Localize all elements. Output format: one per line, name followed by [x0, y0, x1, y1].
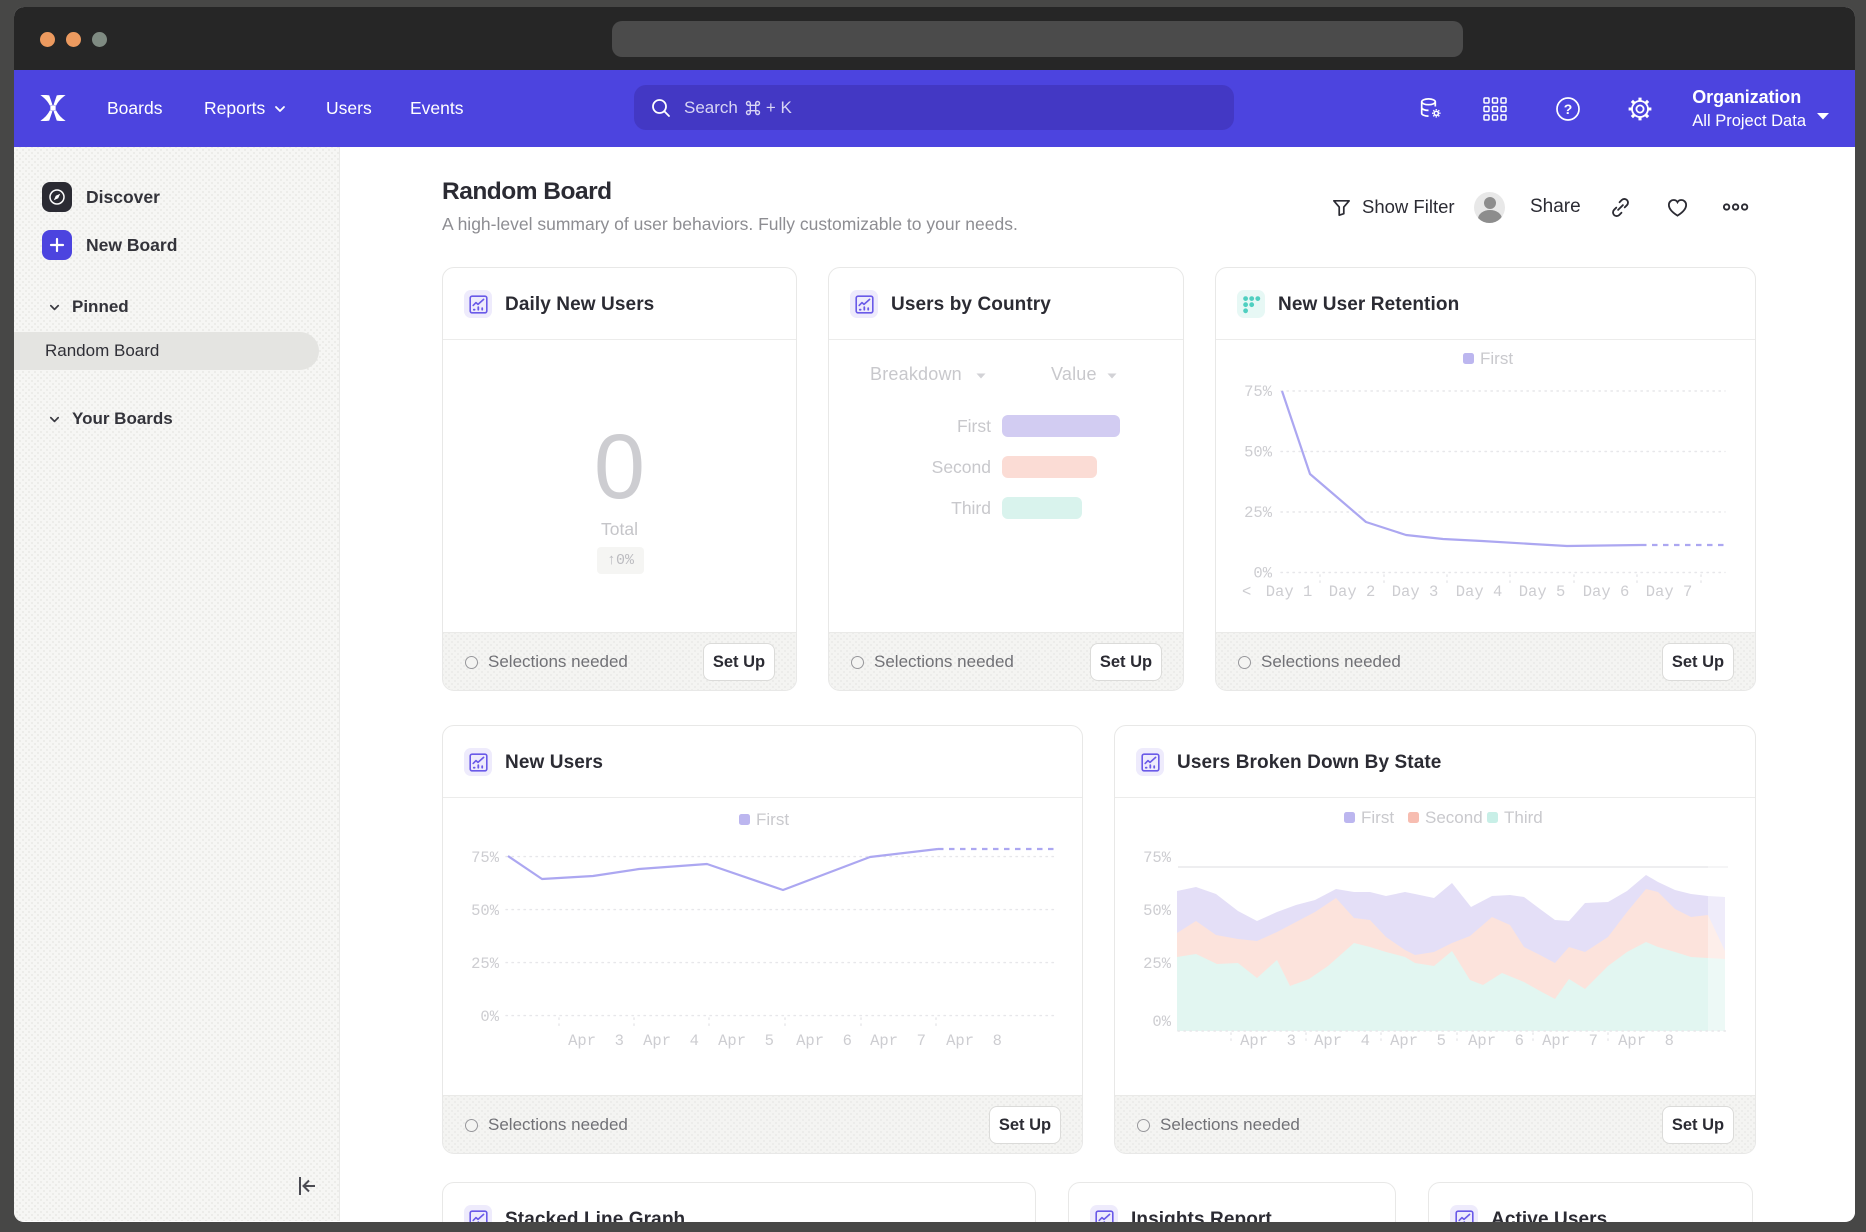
svg-text:Apr 3: Apr 3: [1240, 1032, 1296, 1050]
svg-text:Day 5: Day 5: [1519, 583, 1566, 601]
svg-text:75%: 75%: [1244, 383, 1273, 401]
svg-text:50%: 50%: [1143, 902, 1172, 920]
svg-text:Day 2: Day 2: [1329, 583, 1376, 601]
svg-text:Apr 8: Apr 8: [946, 1032, 1002, 1050]
svg-text:0%: 0%: [480, 1008, 499, 1026]
svg-text:First: First: [1361, 808, 1394, 827]
svg-text:25%: 25%: [1143, 955, 1172, 973]
svg-text:Day 6: Day 6: [1583, 583, 1630, 601]
svg-text:Apr 7: Apr 7: [1542, 1032, 1598, 1050]
svg-text:Apr 5: Apr 5: [1390, 1032, 1446, 1050]
svg-text:Second: Second: [1425, 808, 1483, 827]
svg-text:50%: 50%: [471, 902, 500, 920]
svg-text:First: First: [756, 810, 789, 829]
svg-text:Apr 8: Apr 8: [1618, 1032, 1674, 1050]
svg-text:0%: 0%: [1152, 1013, 1171, 1031]
svg-text:50%: 50%: [1244, 444, 1273, 462]
svg-text:<: <: [1242, 583, 1251, 601]
svg-text:Day 3: Day 3: [1392, 583, 1439, 601]
svg-text:Apr 6: Apr 6: [796, 1032, 852, 1050]
svg-text:Apr 7: Apr 7: [870, 1032, 926, 1050]
svg-text:75%: 75%: [471, 849, 500, 867]
svg-text:Day 1: Day 1: [1266, 583, 1313, 601]
svg-text:0%: 0%: [1253, 565, 1272, 583]
svg-text:Day 4: Day 4: [1456, 583, 1503, 601]
svg-text:First: First: [1480, 349, 1513, 368]
svg-text:?: ?: [1564, 101, 1573, 117]
svg-text:Apr 4: Apr 4: [643, 1032, 699, 1050]
svg-text:25%: 25%: [1244, 504, 1273, 522]
svg-text:Apr 4: Apr 4: [1314, 1032, 1370, 1050]
svg-text:Apr 3: Apr 3: [568, 1032, 624, 1050]
svg-text:Day 7: Day 7: [1646, 583, 1693, 601]
svg-text:Third: Third: [1504, 808, 1543, 827]
svg-text:25%: 25%: [471, 955, 500, 973]
svg-text:Apr 5: Apr 5: [718, 1032, 774, 1050]
svg-text:Apr 6: Apr 6: [1468, 1032, 1524, 1050]
svg-text:75%: 75%: [1143, 849, 1172, 867]
